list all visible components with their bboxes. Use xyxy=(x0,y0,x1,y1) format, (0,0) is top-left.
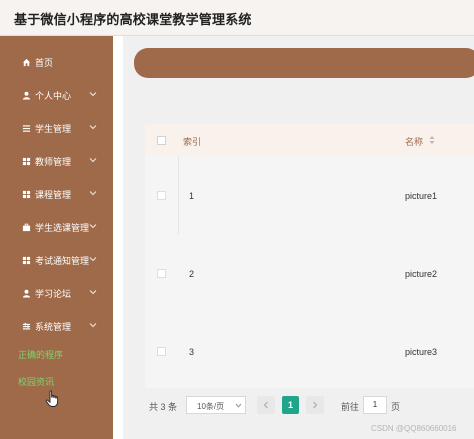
top-bar: 基于微信小程序的高校课堂教学管理系统 xyxy=(0,0,474,36)
sidebar-item-label: 首页 xyxy=(35,58,54,68)
row-index: 3 xyxy=(189,347,195,357)
goto-page-input[interactable]: 1 xyxy=(363,396,387,414)
sidebar: 首页 个人中心 学生管理 教师管理 课程管理 学生选课管理 考试通知管理 学习论… xyxy=(0,36,113,439)
sort-icon[interactable] xyxy=(429,135,435,145)
sidebar-item-label: 系统管理 xyxy=(35,322,72,332)
hand-cursor-icon xyxy=(45,390,59,407)
column-header-name[interactable]: 名称 xyxy=(405,135,423,148)
select-all-checkbox[interactable] xyxy=(157,136,166,145)
list-icon xyxy=(20,122,32,134)
sidebar-item-courses[interactable]: 课程管理 xyxy=(0,181,113,207)
home-icon xyxy=(20,56,32,68)
sidebar-item-teachers[interactable]: 教师管理 xyxy=(0,148,113,174)
sidebar-item-students[interactable]: 学生管理 xyxy=(0,115,113,141)
chevron-down-icon xyxy=(89,290,97,295)
column-header-index: 索引 xyxy=(183,137,202,147)
breadcrumb-banner xyxy=(134,48,474,78)
user-icon xyxy=(20,89,32,101)
row-index: 2 xyxy=(189,269,195,279)
row-checkbox[interactable] xyxy=(157,347,166,356)
sidebar-item-label: 学生管理 xyxy=(35,124,72,134)
chevron-down-icon xyxy=(89,224,97,229)
table-row[interactable]: 3 picture3 xyxy=(145,312,474,390)
briefcase-icon xyxy=(20,221,32,233)
sidebar-subitem-correct-program[interactable]: 正确的程序 xyxy=(18,348,63,361)
table-row[interactable]: 1 picture1 xyxy=(145,156,474,234)
sidebar-item-label: 学生选课管理 xyxy=(35,223,90,233)
sidebar-item-home[interactable]: 首页 xyxy=(0,49,113,75)
sidebar-item-label: 教师管理 xyxy=(35,157,72,167)
chevron-down-icon xyxy=(89,92,97,97)
next-page-button[interactable] xyxy=(306,396,324,414)
sidebar-item-label: 个人中心 xyxy=(35,91,72,101)
page-size-value: 10条/页 xyxy=(197,402,225,411)
page-suffix: 页 xyxy=(391,402,401,412)
grid-icon xyxy=(20,188,32,200)
chevron-down-icon xyxy=(89,323,97,328)
sidebar-item-label: 考试通知管理 xyxy=(35,256,90,266)
row-index: 1 xyxy=(189,191,195,201)
row-name: picture1 xyxy=(405,191,438,201)
sidebar-item-label: 课程管理 xyxy=(35,190,72,200)
sidebar-item-label: 学习论坛 xyxy=(35,289,72,299)
chevron-down-icon xyxy=(89,158,97,163)
prev-page-button[interactable] xyxy=(257,396,275,414)
row-checkbox[interactable] xyxy=(157,191,166,200)
sidebar-item-course-selection[interactable]: 学生选课管理 xyxy=(0,214,113,240)
settings-icon xyxy=(20,320,32,332)
row-name: picture3 xyxy=(405,347,438,357)
grid-icon xyxy=(20,254,32,266)
sidebar-gutter xyxy=(113,36,123,439)
chevron-down-icon xyxy=(89,125,97,130)
chevron-left-icon xyxy=(263,401,268,409)
sidebar-item-system[interactable]: 系统管理 xyxy=(0,313,113,339)
goto-label: 前往 xyxy=(341,402,360,412)
table-row[interactable]: 2 picture2 xyxy=(145,234,474,312)
page-number-current[interactable]: 1 xyxy=(282,396,299,414)
sidebar-subitem-campus-news[interactable]: 校园资讯 xyxy=(18,375,54,388)
sidebar-item-forum[interactable]: 学习论坛 xyxy=(0,280,113,306)
user-icon xyxy=(20,287,32,299)
data-table: 索引 名称 1 picture1 2 picture2 3 picture3 xyxy=(145,124,474,388)
app-title: 基于微信小程序的高校课堂教学管理系统 xyxy=(14,12,252,27)
row-name: picture2 xyxy=(405,269,438,279)
grid-icon xyxy=(20,155,32,167)
table-header: 索引 名称 xyxy=(145,124,474,156)
chevron-down-icon xyxy=(89,257,97,262)
page-size-select[interactable]: 10条/页 xyxy=(186,396,246,414)
sidebar-item-personal-center[interactable]: 个人中心 xyxy=(0,82,113,108)
chevron-down-icon xyxy=(89,191,97,196)
row-checkbox[interactable] xyxy=(157,269,166,278)
pagination: 共 3 条 10条/页 1 前往 1 页 xyxy=(145,392,474,418)
sidebar-item-exam-notices[interactable]: 考试通知管理 xyxy=(0,247,113,273)
watermark: CSDN @QQ860660016 xyxy=(371,424,457,433)
chevron-down-icon xyxy=(235,403,242,408)
chevron-right-icon xyxy=(313,401,318,409)
total-count: 共 3 条 xyxy=(149,402,178,412)
